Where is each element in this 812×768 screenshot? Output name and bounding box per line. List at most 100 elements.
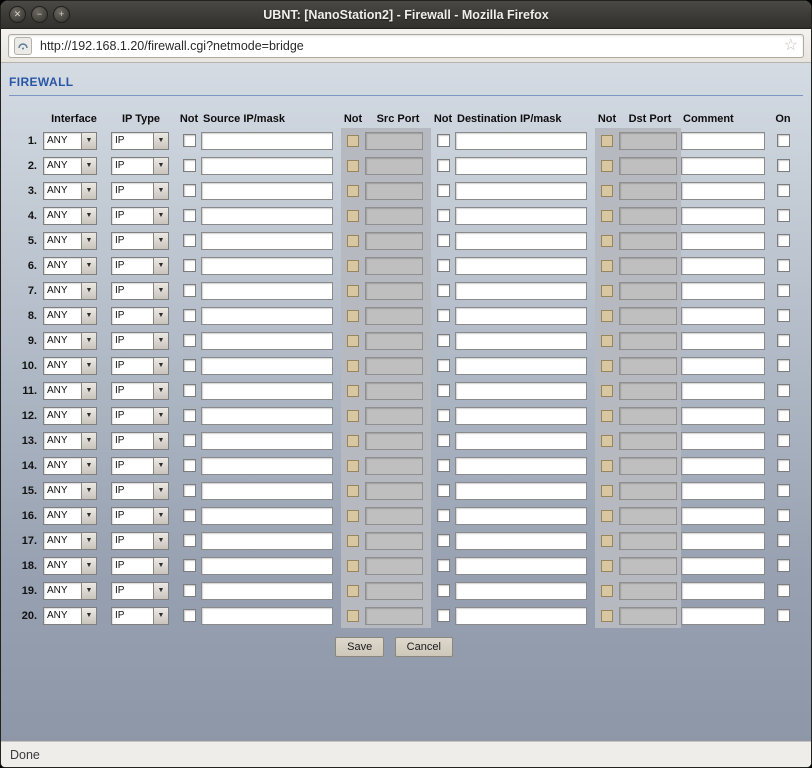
ip-type-select[interactable]: IP ▼	[111, 431, 169, 450]
destination-ip-input[interactable]	[455, 132, 587, 150]
source-ip-input[interactable]	[201, 582, 333, 600]
bookmark-star-icon[interactable]: ☆	[784, 37, 798, 54]
destination-ip-input[interactable]	[455, 482, 587, 500]
not-destination-checkbox[interactable]	[436, 209, 450, 222]
not-source-checkbox[interactable]	[182, 209, 196, 222]
interface-select[interactable]: ANY ▼	[43, 181, 97, 200]
not-destination-checkbox[interactable]	[436, 484, 450, 497]
not-destination-checkbox[interactable]	[436, 284, 450, 297]
not-source-checkbox[interactable]	[182, 159, 196, 172]
ip-type-select[interactable]: IP ▼	[111, 206, 169, 225]
interface-select[interactable]: ANY ▼	[43, 356, 97, 375]
comment-input[interactable]	[681, 532, 765, 550]
not-source-checkbox[interactable]	[182, 384, 196, 397]
source-ip-input[interactable]	[201, 557, 333, 575]
comment-input[interactable]	[681, 207, 765, 225]
comment-input[interactable]	[681, 157, 765, 175]
not-destination-checkbox[interactable]	[436, 334, 450, 347]
source-ip-input[interactable]	[201, 507, 333, 525]
on-checkbox[interactable]	[776, 559, 790, 572]
source-ip-input[interactable]	[201, 232, 333, 250]
on-checkbox[interactable]	[776, 484, 790, 497]
comment-input[interactable]	[681, 407, 765, 425]
interface-select[interactable]: ANY ▼	[43, 331, 97, 350]
on-checkbox[interactable]	[776, 459, 790, 472]
ip-type-select[interactable]: IP ▼	[111, 531, 169, 550]
on-checkbox[interactable]	[776, 509, 790, 522]
interface-select[interactable]: ANY ▼	[43, 206, 97, 225]
interface-select[interactable]: ANY ▼	[43, 256, 97, 275]
not-source-checkbox[interactable]	[182, 584, 196, 597]
comment-input[interactable]	[681, 432, 765, 450]
on-checkbox[interactable]	[776, 434, 790, 447]
not-destination-checkbox[interactable]	[436, 409, 450, 422]
on-checkbox[interactable]	[776, 184, 790, 197]
not-source-checkbox[interactable]	[182, 259, 196, 272]
comment-input[interactable]	[681, 557, 765, 575]
not-source-checkbox[interactable]	[182, 534, 196, 547]
ip-type-select[interactable]: IP ▼	[111, 406, 169, 425]
not-source-checkbox[interactable]	[182, 309, 196, 322]
not-source-checkbox[interactable]	[182, 234, 196, 247]
destination-ip-input[interactable]	[455, 432, 587, 450]
interface-select[interactable]: ANY ▼	[43, 306, 97, 325]
interface-select[interactable]: ANY ▼	[43, 531, 97, 550]
destination-ip-input[interactable]	[455, 532, 587, 550]
source-ip-input[interactable]	[201, 457, 333, 475]
ip-type-select[interactable]: IP ▼	[111, 256, 169, 275]
on-checkbox[interactable]	[776, 584, 790, 597]
not-source-checkbox[interactable]	[182, 559, 196, 572]
ip-type-select[interactable]: IP ▼	[111, 156, 169, 175]
ip-type-select[interactable]: IP ▼	[111, 556, 169, 575]
comment-input[interactable]	[681, 282, 765, 300]
destination-ip-input[interactable]	[455, 332, 587, 350]
awesome-bar[interactable]: ☆	[8, 33, 804, 58]
ip-type-select[interactable]: IP ▼	[111, 306, 169, 325]
interface-select[interactable]: ANY ▼	[43, 431, 97, 450]
interface-select[interactable]: ANY ▼	[43, 231, 97, 250]
ip-type-select[interactable]: IP ▼	[111, 606, 169, 625]
not-source-checkbox[interactable]	[182, 334, 196, 347]
not-source-checkbox[interactable]	[182, 184, 196, 197]
destination-ip-input[interactable]	[455, 607, 587, 625]
comment-input[interactable]	[681, 357, 765, 375]
destination-ip-input[interactable]	[455, 282, 587, 300]
destination-ip-input[interactable]	[455, 507, 587, 525]
comment-input[interactable]	[681, 232, 765, 250]
source-ip-input[interactable]	[201, 332, 333, 350]
on-checkbox[interactable]	[776, 234, 790, 247]
destination-ip-input[interactable]	[455, 257, 587, 275]
source-ip-input[interactable]	[201, 482, 333, 500]
not-source-checkbox[interactable]	[182, 284, 196, 297]
source-ip-input[interactable]	[201, 282, 333, 300]
ip-type-select[interactable]: IP ▼	[111, 481, 169, 500]
not-source-checkbox[interactable]	[182, 509, 196, 522]
source-ip-input[interactable]	[201, 182, 333, 200]
comment-input[interactable]	[681, 257, 765, 275]
not-destination-checkbox[interactable]	[436, 259, 450, 272]
ip-type-select[interactable]: IP ▼	[111, 331, 169, 350]
minimize-icon[interactable]: −	[31, 6, 48, 23]
url-input[interactable]	[38, 37, 778, 54]
on-checkbox[interactable]	[776, 309, 790, 322]
source-ip-input[interactable]	[201, 132, 333, 150]
ip-type-select[interactable]: IP ▼	[111, 581, 169, 600]
on-checkbox[interactable]	[776, 259, 790, 272]
not-destination-checkbox[interactable]	[436, 384, 450, 397]
on-checkbox[interactable]	[776, 609, 790, 622]
on-checkbox[interactable]	[776, 534, 790, 547]
cancel-button[interactable]: Cancel	[394, 637, 453, 657]
not-destination-checkbox[interactable]	[436, 584, 450, 597]
interface-select[interactable]: ANY ▼	[43, 481, 97, 500]
interface-select[interactable]: ANY ▼	[43, 281, 97, 300]
titlebar[interactable]: ✕ − + UBNT: [NanoStation2] - Firewall - …	[1, 1, 811, 29]
on-checkbox[interactable]	[776, 134, 790, 147]
interface-select[interactable]: ANY ▼	[43, 581, 97, 600]
ip-type-select[interactable]: IP ▼	[111, 181, 169, 200]
interface-select[interactable]: ANY ▼	[43, 456, 97, 475]
not-destination-checkbox[interactable]	[436, 534, 450, 547]
ip-type-select[interactable]: IP ▼	[111, 131, 169, 150]
on-checkbox[interactable]	[776, 409, 790, 422]
on-checkbox[interactable]	[776, 159, 790, 172]
ip-type-select[interactable]: IP ▼	[111, 231, 169, 250]
